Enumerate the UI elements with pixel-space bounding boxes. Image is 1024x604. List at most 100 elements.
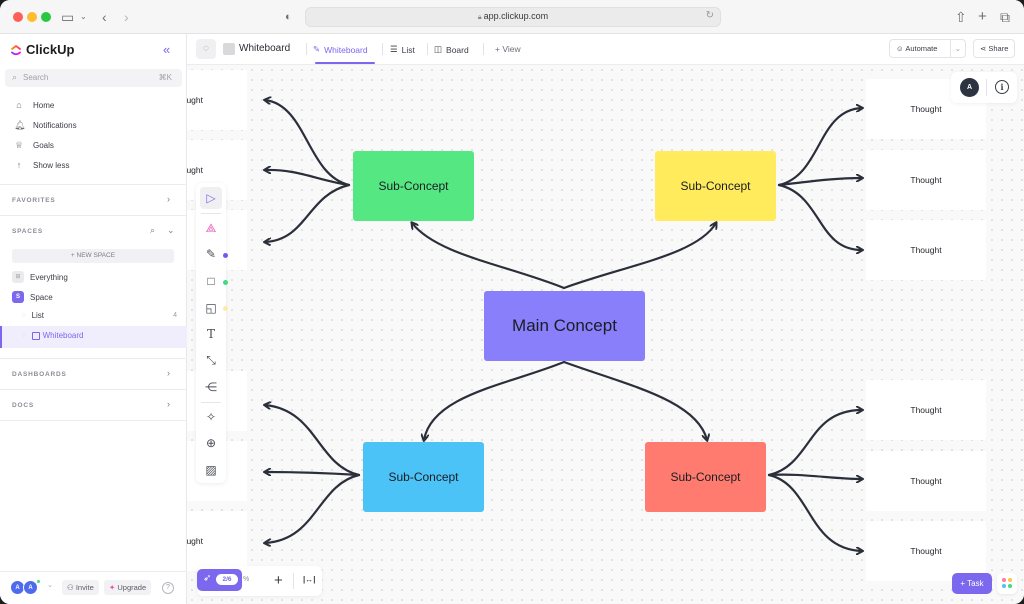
main-concept-node[interactable]: Main Concept xyxy=(484,291,645,361)
list-status-icon: ◌ xyxy=(22,312,26,319)
search-input[interactable]: ⌕ Search ⌘K xyxy=(5,69,182,87)
automate-button[interactable]: ☺ Automate ⌄ xyxy=(889,39,966,58)
sub-concept-red[interactable]: Sub-Concept xyxy=(645,442,766,512)
tab-whiteboard[interactable]: ✎ Whiteboard xyxy=(313,44,368,55)
loading-icon[interactable]: ◌ xyxy=(196,39,216,59)
new-space-button[interactable]: + NEW SPACE xyxy=(12,249,174,263)
chevron-down-icon[interactable]: ⌄ xyxy=(80,8,87,26)
sticky-color-dot[interactable] xyxy=(223,306,228,311)
nav-goals[interactable]: ♕ Goals xyxy=(14,140,54,151)
favorites-header[interactable]: FAVORITES xyxy=(12,197,56,204)
dashboards-header[interactable]: DASHBOARDS xyxy=(12,371,67,378)
apps-icon-dot xyxy=(1008,584,1012,588)
invite-button[interactable]: ⚇ Invite xyxy=(62,580,99,595)
upgrade-button[interactable]: ✦ Upgrade xyxy=(104,580,152,595)
connector-arrow xyxy=(265,183,351,242)
magic-tool[interactable]: ✧ xyxy=(200,406,222,428)
sub-concept-blue[interactable]: Sub-Concept xyxy=(363,442,484,512)
pen-tool[interactable]: ✎ xyxy=(200,243,222,265)
browser-window: ▭ ⌄ ‹ › ◐ 🔒︎ app.clickup.com ↻ ⇧ + ⧉ Cli… xyxy=(0,0,1024,604)
add-view-button[interactable]: + View xyxy=(495,44,521,54)
address-bar[interactable]: 🔒︎ app.clickup.com ↻ xyxy=(305,7,721,27)
nav-notifications[interactable]: 🔔︎ Notifications xyxy=(14,120,77,131)
whiteboard-icon xyxy=(31,331,40,340)
reload-icon[interactable]: ↻ xyxy=(706,10,714,21)
zoom-in-button[interactable]: + xyxy=(274,572,283,589)
minimize-window-button[interactable] xyxy=(27,12,37,22)
nav-show-less[interactable]: ↑ Show less xyxy=(14,160,70,170)
collaborators-panel: A i xyxy=(951,72,1017,103)
divider xyxy=(306,43,307,55)
zoom-percent[interactable]: % xyxy=(243,576,249,583)
pen-color-dot[interactable] xyxy=(223,253,228,258)
collapse-sidebar-icon[interactable]: « xyxy=(163,42,170,57)
chevron-right-icon[interactable]: › xyxy=(167,194,170,204)
onboarding-checklist-button[interactable]: ➶ 2/6 xyxy=(197,569,242,591)
apps-icon-dot xyxy=(1002,584,1006,588)
grid-icon: ⊞ xyxy=(12,271,24,283)
apps-button[interactable] xyxy=(997,573,1017,594)
tree-label: List xyxy=(31,311,45,320)
forward-icon[interactable]: › xyxy=(124,8,129,26)
node-label: Sub-Concept xyxy=(670,470,741,484)
new-tab-icon[interactable]: + xyxy=(978,8,987,26)
tab-list[interactable]: ☰ List xyxy=(390,44,415,55)
connector-arrow xyxy=(767,473,862,551)
whiteboard-canvas[interactable]: Thought Thought Thought Thought Thought … xyxy=(187,65,1024,604)
list-item[interactable]: ◌ List 4 xyxy=(22,311,177,320)
add-user-icon: ⚇ xyxy=(67,583,76,592)
arrow-up-icon: ↑ xyxy=(16,160,22,170)
share-icon[interactable]: ⇧ xyxy=(955,8,967,26)
nav-label: Notifications xyxy=(33,121,77,130)
select-tool[interactable]: ▷ xyxy=(200,187,222,209)
sticky-note-tool[interactable]: ◱ xyxy=(200,297,222,319)
upgrade-label: Upgrade xyxy=(117,583,147,592)
tab-board[interactable]: ◫ Board xyxy=(434,44,469,55)
apps-icon-dot xyxy=(1002,578,1006,582)
chevron-right-icon[interactable]: › xyxy=(167,368,170,378)
divider xyxy=(201,402,221,403)
connector-tool[interactable]: ⤡ xyxy=(200,349,222,371)
shield-icon[interactable]: ◐ xyxy=(285,8,292,26)
connector-arrow xyxy=(767,410,862,477)
info-icon[interactable]: i xyxy=(995,80,1009,94)
chevron-down-icon[interactable]: ⌄ xyxy=(949,40,961,57)
chevron-down-icon[interactable]: ⌄ xyxy=(47,581,53,589)
apps-icon-dot xyxy=(1008,578,1012,582)
whiteboard-item[interactable]: ◌ Whiteboard xyxy=(22,331,84,340)
checklist-count: 2/6 xyxy=(216,574,238,585)
sidebar-toggle-icon[interactable]: ▭ xyxy=(61,8,74,26)
mind-map-tool[interactable]: ⋲ xyxy=(200,376,222,398)
connector-arrow xyxy=(562,360,707,440)
user-avatar[interactable]: A xyxy=(960,78,979,97)
clickup-logo[interactable]: ClickUp xyxy=(10,42,74,57)
chevron-right-icon[interactable]: › xyxy=(167,399,170,409)
space-item[interactable]: S Space xyxy=(12,291,53,303)
add-task-button[interactable]: + Task xyxy=(952,573,992,594)
page-title[interactable]: Whiteboard xyxy=(239,43,290,54)
tabs-icon[interactable]: ⧉ xyxy=(1000,8,1010,26)
shape-color-dot[interactable] xyxy=(223,280,228,285)
help-icon[interactable]: ? xyxy=(162,582,174,594)
share-button[interactable]: ⋖ Share xyxy=(973,39,1016,58)
maximize-window-button[interactable] xyxy=(41,12,51,22)
close-window-button[interactable] xyxy=(13,12,23,22)
chevron-down-icon[interactable]: ⌄ xyxy=(167,225,175,236)
nav-home[interactable]: ⌂ Home xyxy=(14,100,54,110)
sub-concept-yellow[interactable]: Sub-Concept xyxy=(655,151,776,221)
whiteboard-avatar xyxy=(223,43,235,55)
connector-arrow xyxy=(265,472,361,477)
whiteboard-icon: ✎ xyxy=(313,44,321,54)
docs-header[interactable]: DOCS xyxy=(12,402,34,409)
text-tool[interactable]: T xyxy=(200,323,222,345)
space-everything[interactable]: ⊞ Everything xyxy=(12,271,68,283)
shape-tool[interactable]: □ xyxy=(200,270,222,292)
image-tool[interactable]: ▨ xyxy=(200,459,222,481)
fit-to-screen-button[interactable]: |↔| xyxy=(303,575,315,584)
sub-concept-green[interactable]: Sub-Concept xyxy=(353,151,474,221)
clickup-ai-tool[interactable]: ⟁ xyxy=(200,217,222,239)
nav-label: Goals xyxy=(33,141,54,150)
embed-tool[interactable]: ⊕ xyxy=(200,432,222,454)
back-icon[interactable]: ‹ xyxy=(102,8,107,26)
search-spaces-icon[interactable]: ⌕ xyxy=(150,225,155,236)
